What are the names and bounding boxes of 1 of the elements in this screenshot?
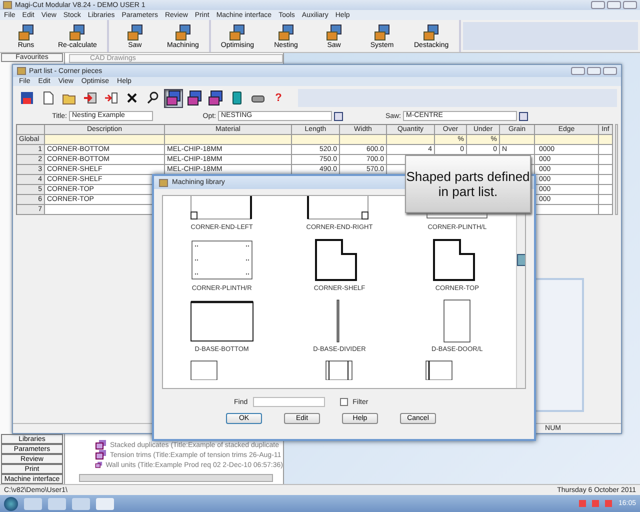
callout-text: Shaped parts defined in part list. xyxy=(406,169,530,199)
